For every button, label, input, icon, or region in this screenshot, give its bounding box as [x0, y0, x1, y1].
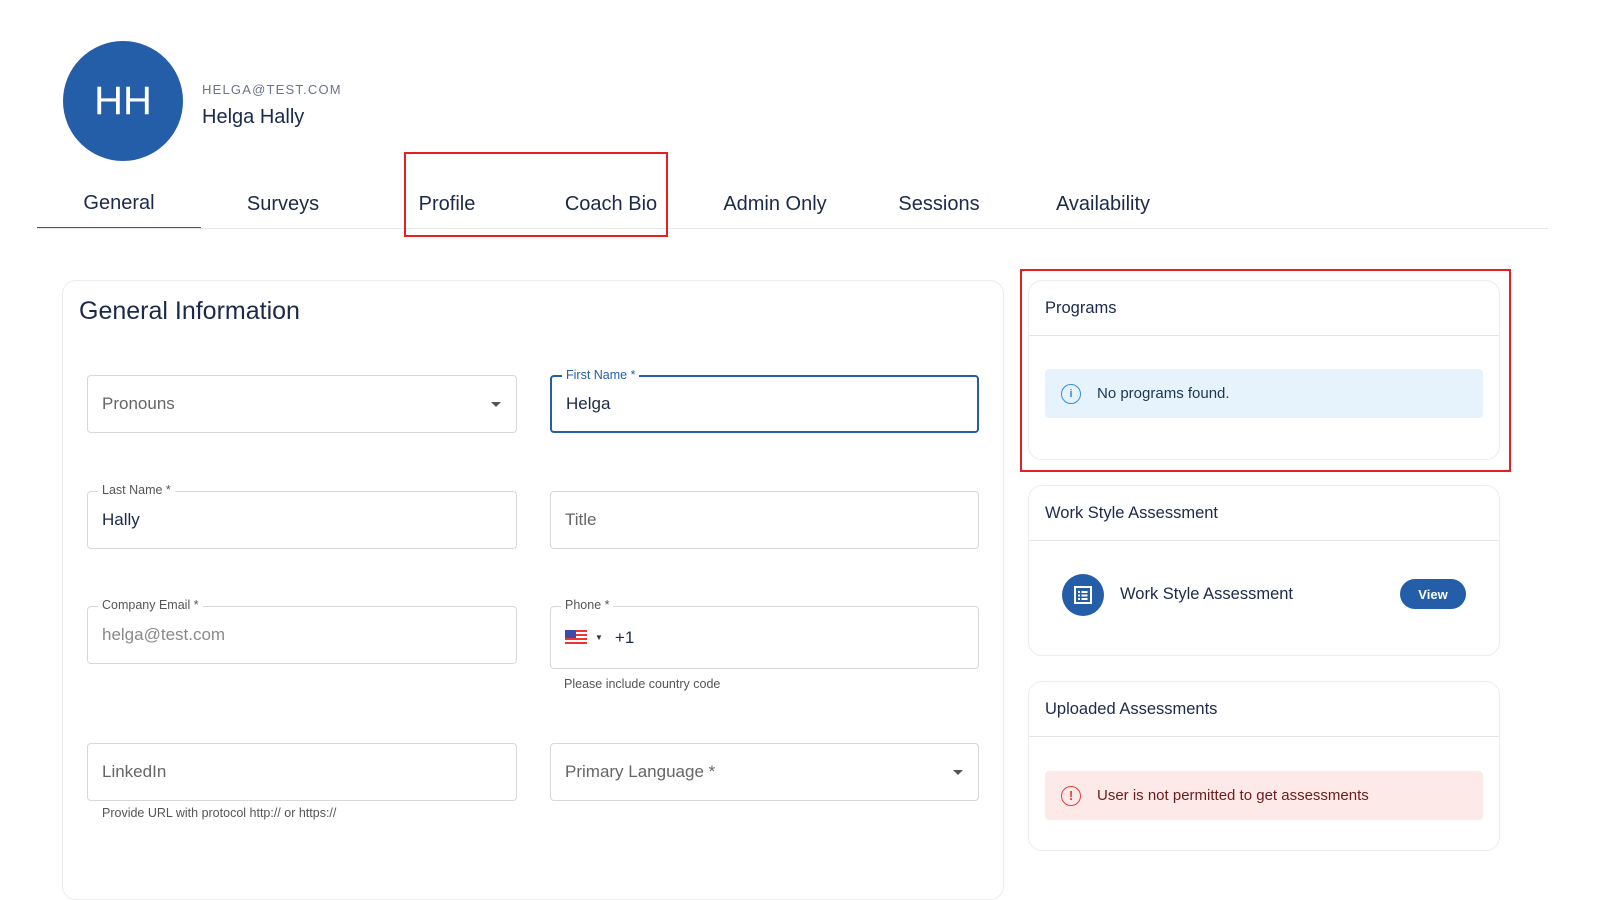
last-name-value: Hally	[102, 510, 140, 529]
company-email-value: helga@test.com	[102, 625, 226, 644]
work-style-card: Work Style Assessment Work Style Assessm…	[1028, 485, 1500, 656]
tab-divider	[37, 228, 1548, 229]
country-dropdown-icon[interactable]: ▼	[595, 633, 603, 642]
work-style-title: Work Style Assessment	[1029, 486, 1499, 541]
phone-field[interactable]: Phone * ▼ +1	[550, 598, 979, 669]
pronouns-select[interactable]: Pronouns	[87, 375, 517, 433]
avatar: HH	[63, 41, 183, 161]
tab-general[interactable]: General	[37, 180, 201, 229]
last-name-label: Last Name *	[98, 483, 175, 497]
company-email-field[interactable]: Company Email * helga@test.com	[87, 598, 517, 664]
first-name-label: First Name *	[562, 368, 640, 382]
primary-language-placeholder: Primary Language *	[565, 762, 716, 781]
linkedin-field[interactable]: LinkedIn	[87, 743, 517, 801]
phone-value: +1	[614, 627, 635, 647]
list-icon	[1062, 574, 1104, 616]
user-email: HELGA@TEST.COM	[202, 82, 342, 97]
error-icon: !	[1061, 785, 1081, 806]
general-info-card: General Information Pronouns First Name …	[62, 280, 1004, 900]
linkedin-helper: Provide URL with protocol http:// or htt…	[102, 806, 337, 820]
highlight-box-tabs	[404, 152, 668, 237]
tab-surveys[interactable]: Surveys	[201, 180, 365, 229]
work-style-item-label: Work Style Assessment	[1120, 585, 1294, 603]
uploaded-assessments-card: Uploaded Assessments ! User is not permi…	[1028, 681, 1500, 851]
primary-language-select[interactable]: Primary Language *	[550, 743, 979, 801]
pronouns-placeholder: Pronouns	[102, 394, 175, 413]
title-placeholder: Title	[565, 510, 597, 529]
tab-availability[interactable]: Availability	[1021, 180, 1185, 229]
last-name-field[interactable]: Last Name * Hally	[87, 483, 517, 549]
linkedin-placeholder: LinkedIn	[102, 762, 167, 781]
company-email-label: Company Email *	[98, 598, 203, 612]
tab-admin-only[interactable]: Admin Only	[693, 180, 857, 229]
uploaded-error-alert: ! User is not permitted to get assessmen…	[1045, 771, 1483, 820]
first-name-field[interactable]: First Name * Helga	[550, 368, 979, 433]
tab-sessions[interactable]: Sessions	[857, 180, 1021, 229]
card-title: General Information	[79, 297, 300, 325]
highlight-box-programs	[1020, 269, 1511, 472]
us-flag-icon[interactable]	[565, 630, 587, 645]
first-name-value: Helga	[566, 394, 611, 413]
view-button[interactable]: View	[1400, 579, 1466, 609]
phone-label: Phone *	[561, 598, 614, 612]
phone-helper: Please include country code	[564, 677, 721, 691]
user-name: Helga Hally	[202, 106, 305, 128]
chevron-down-icon	[953, 770, 963, 775]
chevron-down-icon	[491, 402, 501, 407]
uploaded-message: User is not permitted to get assessments	[1097, 787, 1369, 804]
title-field[interactable]: Title	[550, 491, 979, 549]
uploaded-assessments-title: Uploaded Assessments	[1029, 682, 1499, 737]
